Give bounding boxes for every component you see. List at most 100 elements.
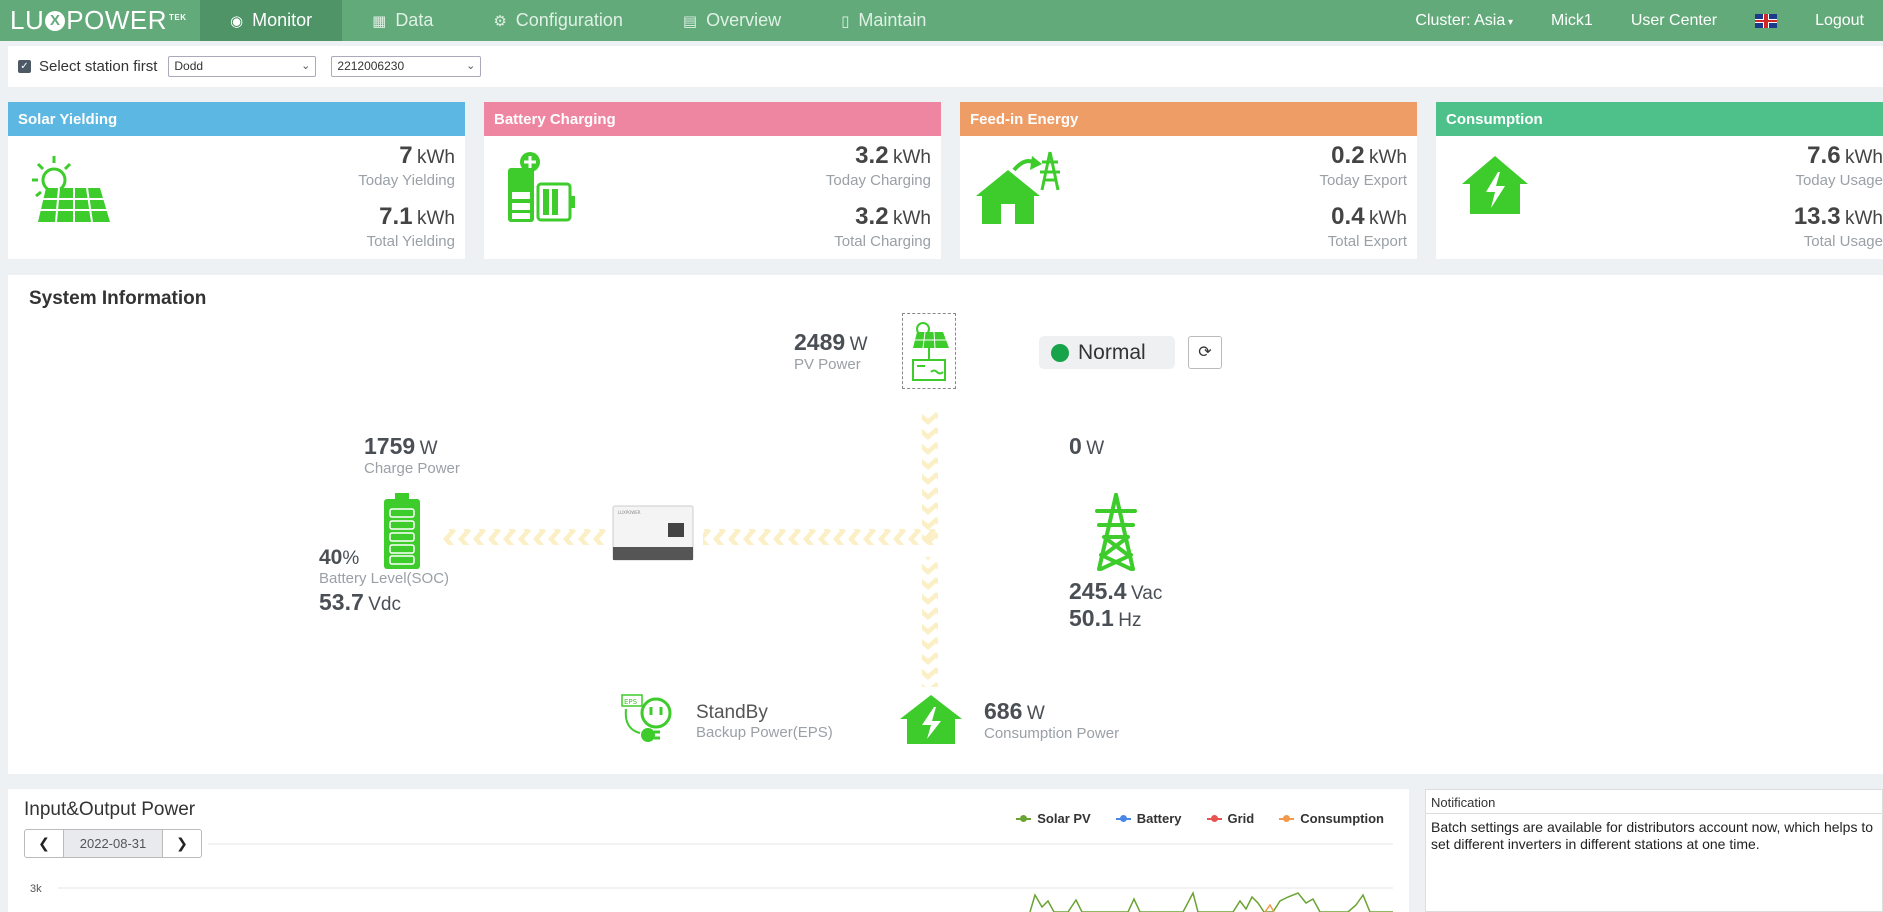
logo-sup: TEK (168, 13, 187, 22)
nav-right-menu: Cluster: Asia ▾ Mick1 User Center Logout (1396, 0, 1883, 41)
today-charging-value: 3.2 (855, 142, 889, 169)
tab-configuration[interactable]: ⚙ Configuration (463, 0, 653, 41)
station-select[interactable]: Dodd ⌄ (168, 56, 317, 77)
tab-label: Data (395, 10, 434, 30)
house-to-grid-icon (974, 150, 1064, 231)
chevron-down-icon: ⌄ (301, 60, 311, 72)
today-export-label: Today Export (1319, 172, 1407, 189)
battery-voltage-value: 53.7 (319, 589, 364, 615)
system-status-badge: Normal (1039, 336, 1175, 369)
unit-label: kWh (417, 208, 455, 229)
refresh-icon: ⟳ (1198, 344, 1212, 361)
battery-soc-metric: 40% Battery Level(SOC) 53.7 Vdc (319, 546, 449, 616)
luxpower-logo[interactable]: LU X POWER TEK (0, 5, 200, 36)
select-station-checkbox[interactable]: ✓ (18, 60, 31, 73)
station-select-value: Dodd (174, 59, 204, 73)
grid-frequency-value: 50.1 (1069, 605, 1114, 631)
card-header: Solar Yielding (8, 102, 465, 136)
eps-status-value: StandBy (696, 702, 768, 723)
consumption-power-value: 686 (984, 698, 1023, 724)
notification-title: Notification (1426, 790, 1882, 814)
status-text: Normal (1078, 340, 1146, 364)
grid-voltage-metric: 245.4 Vac 50.1 Hz (1069, 578, 1162, 632)
cluster-dropdown[interactable]: Cluster: Asia ▾ (1396, 12, 1532, 30)
charge-power-metric: 1759 W Charge Power (364, 433, 460, 477)
book-icon: ▤ (682, 12, 698, 30)
today-yielding-value: 7 (399, 142, 413, 169)
consumption-card: Consumption 7.6 kWh Today Usage 13.3 kWh… (1436, 102, 1883, 259)
unit-label: kWh (1845, 208, 1883, 229)
unit-label: Vdc (368, 594, 401, 615)
card-header: Feed-in Energy (960, 102, 1417, 136)
refresh-button[interactable]: ⟳ (1188, 336, 1222, 369)
consumption-power-metric: 686 W Consumption Power (984, 698, 1119, 742)
inverter-serial-select[interactable]: 2212006230 ⌄ (331, 56, 482, 77)
today-export: 0.2 kWh Today Export (1319, 142, 1407, 189)
consumption-house-icon (898, 693, 964, 750)
input-output-power-panel: Input&Output Power ❮ 2022-08-31 ❯ Solar … (8, 789, 1409, 912)
unit-label: kWh (1369, 147, 1407, 168)
pv-power-metric: 2489 W PV Power (794, 329, 868, 373)
uk-flag-icon (1755, 13, 1778, 28)
inverter-flow-line (703, 529, 938, 545)
unit-label: kWh (893, 147, 931, 168)
pv-flow-line (922, 409, 938, 545)
total-yielding: 7.1 kWh Total Yielding (367, 203, 455, 250)
logout-link[interactable]: Logout (1796, 12, 1883, 30)
tab-label: Configuration (515, 10, 623, 30)
total-usage-value: 13.3 (1793, 203, 1841, 230)
select-station-label: Select station first (39, 58, 158, 75)
file-icon: ▯ (841, 12, 850, 30)
grid-power-metric: 0 W (1069, 433, 1104, 460)
battery-charging-card: Battery Charging 3.2 kWh Today Charging … (484, 102, 941, 259)
station-selector-bar: ✓ Select station first Dodd ⌄ 2212006230… (8, 46, 1883, 87)
chevron-down-icon: ⌄ (466, 60, 476, 72)
logo-x-mark: X (45, 10, 66, 31)
user-menu[interactable]: Mick1 (1532, 12, 1612, 30)
logo-text-pre: LU (10, 5, 45, 35)
eps-label: Backup Power(EPS) (696, 724, 833, 741)
tab-data[interactable]: ▦ Data (342, 0, 463, 41)
unit-label: W (1026, 703, 1045, 724)
battery-charging-icon (504, 150, 578, 229)
total-usage: 13.3 kWh Total Usage (1794, 203, 1883, 250)
notification-panel: Notification Batch settings are availabl… (1425, 789, 1883, 912)
svg-text:LUXPOWER: LUXPOWER (618, 510, 641, 515)
power-line-chart: 3k (30, 843, 1393, 912)
total-yielding-label: Total Yielding (366, 233, 455, 250)
eps-tag-text: EPS (624, 698, 638, 706)
language-selector[interactable] (1736, 13, 1796, 28)
tab-overview[interactable]: ▤ Overview (653, 0, 811, 41)
total-yielding-value: 7.1 (379, 203, 413, 230)
tab-maintain[interactable]: ▯ Maintain (811, 0, 956, 41)
top-navbar: LU X POWER TEK ◉ Monitor ▦ Data ⚙ Config… (0, 0, 1883, 41)
consumption-power-label: Consumption Power (984, 725, 1120, 742)
house-lightning-icon (1460, 154, 1530, 221)
total-charging-label: Total Charging (834, 233, 931, 250)
unit-label: kWh (1369, 208, 1407, 229)
unit-label: W (419, 438, 438, 459)
tab-label: Monitor (252, 10, 313, 30)
y-tick-label: 3k (30, 883, 42, 895)
user-center-link[interactable]: User Center (1612, 12, 1736, 30)
bar-chart-icon: ▦ (372, 12, 387, 30)
tab-label: Maintain (858, 10, 927, 30)
consumption-series (1264, 903, 1275, 912)
total-export: 0.4 kWh Total Export (1328, 203, 1407, 250)
today-usage: 7.6 kWh Today Usage (1795, 142, 1883, 189)
today-usage-value: 7.6 (1807, 142, 1841, 169)
pv-inverter-icon[interactable] (902, 313, 956, 389)
tab-monitor[interactable]: ◉ Monitor (200, 0, 343, 41)
eps-status: StandBy Backup Power(EPS) (696, 702, 833, 741)
status-dot-icon (1051, 343, 1069, 362)
dashboard-icon: ◉ (230, 12, 244, 30)
soc-label: Battery Level(SOC) (319, 570, 450, 587)
total-export-value: 0.4 (1331, 203, 1365, 230)
cogs-icon: ⚙ (493, 12, 507, 30)
solar-pv-series (1029, 890, 1393, 912)
cluster-label: Cluster: Asia (1415, 11, 1506, 29)
unit-label: kWh (417, 147, 455, 168)
caret-down-icon: ▾ (1505, 16, 1514, 28)
inverter-icon[interactable]: LUXPOWER (612, 505, 694, 566)
eps-plug-icon: EPS (620, 693, 672, 748)
